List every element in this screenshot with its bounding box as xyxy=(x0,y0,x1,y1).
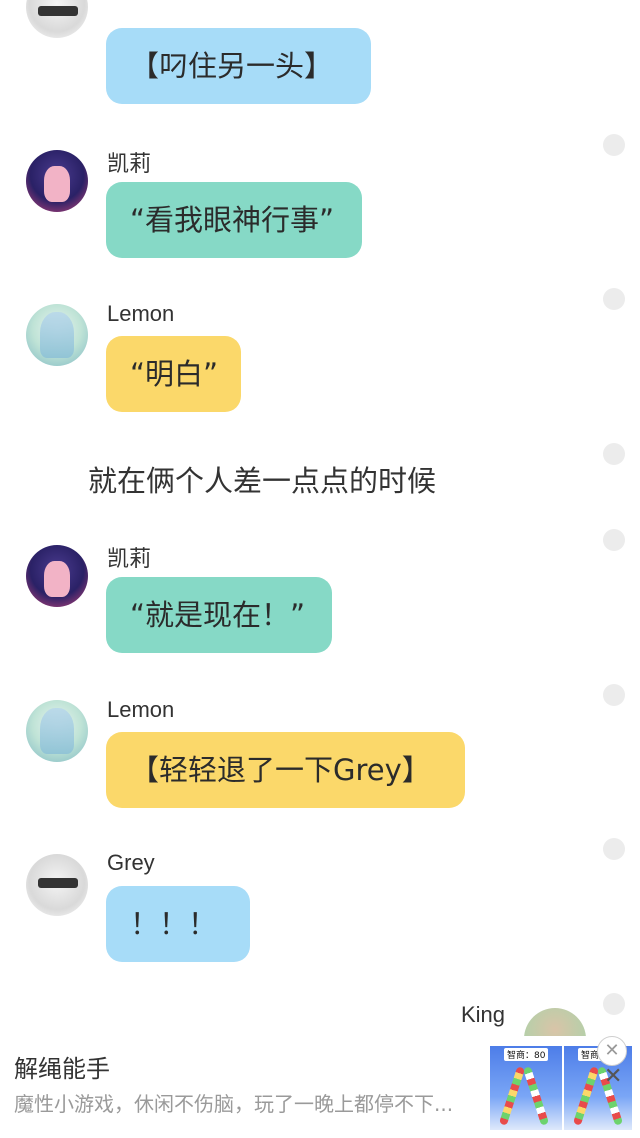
close-icon[interactable]: ✕ xyxy=(597,1036,627,1066)
ad-description[interactable]: 魔性小游戏，休闲不伤脑，玩了一晚上都停不下... xyxy=(14,1088,476,1117)
message-text: 【轻轻退了一下Grey】 xyxy=(130,753,431,787)
narration-text: 就在俩个人差一点点的时候 xyxy=(88,464,437,498)
message-text: “看我眼神行事” xyxy=(130,203,335,237)
sender-name: Grey xyxy=(107,850,155,875)
ad-score-label: 智商：80 xyxy=(504,1048,549,1061)
message-bubble[interactable]: “明白” xyxy=(106,336,241,412)
ad-image-panel: 智商：80 xyxy=(490,1046,560,1130)
message-bubble[interactable]: “看我眼神行事” xyxy=(106,182,362,258)
sender-name: King xyxy=(461,1002,506,1027)
message-status-dot xyxy=(603,684,625,706)
avatar-grey[interactable] xyxy=(26,854,88,916)
rope-graphic xyxy=(522,1066,550,1126)
message-text: ！！！ xyxy=(130,907,218,941)
avatar-grey[interactable] xyxy=(26,0,88,38)
avatar-kaili[interactable] xyxy=(26,545,88,607)
rope-graphic xyxy=(498,1066,526,1126)
message-text: “明白” xyxy=(130,357,219,391)
sender-name: 凯莉 xyxy=(107,151,152,176)
message-text: 【叼住另一头】 xyxy=(130,49,334,83)
message-status-dot xyxy=(603,838,625,860)
dismiss-icon[interactable]: ✕ xyxy=(604,1064,622,1089)
message-bubble[interactable]: 【轻轻退了一下Grey】 xyxy=(106,732,465,808)
message-bubble[interactable]: ！！！ xyxy=(106,886,250,962)
message-text: “就是现在！” xyxy=(130,598,306,632)
message-status-dot xyxy=(603,134,625,156)
rope-graphic xyxy=(572,1066,600,1126)
avatar-lemon[interactable] xyxy=(26,304,88,366)
sender-name: 凯莉 xyxy=(107,546,152,571)
message-bubble[interactable]: 【叼住另一头】 xyxy=(106,28,371,104)
message-status-dot xyxy=(603,993,625,1015)
avatar-kaili[interactable] xyxy=(26,150,88,212)
sender-name: Lemon xyxy=(107,697,175,722)
message-status-dot xyxy=(603,529,625,551)
message-status-dot xyxy=(603,443,625,465)
sender-name: Lemon xyxy=(107,301,175,326)
ad-banner[interactable]: 解绳能手 魔性小游戏，休闲不伤脑，玩了一晚上都停不下... 智商：80 智商 ✕… xyxy=(0,1036,640,1138)
message-bubble[interactable]: “就是现在！” xyxy=(106,577,332,653)
ad-title[interactable]: 解绳能手 xyxy=(14,1049,110,1084)
avatar-lemon[interactable] xyxy=(26,700,88,762)
message-status-dot xyxy=(603,288,625,310)
